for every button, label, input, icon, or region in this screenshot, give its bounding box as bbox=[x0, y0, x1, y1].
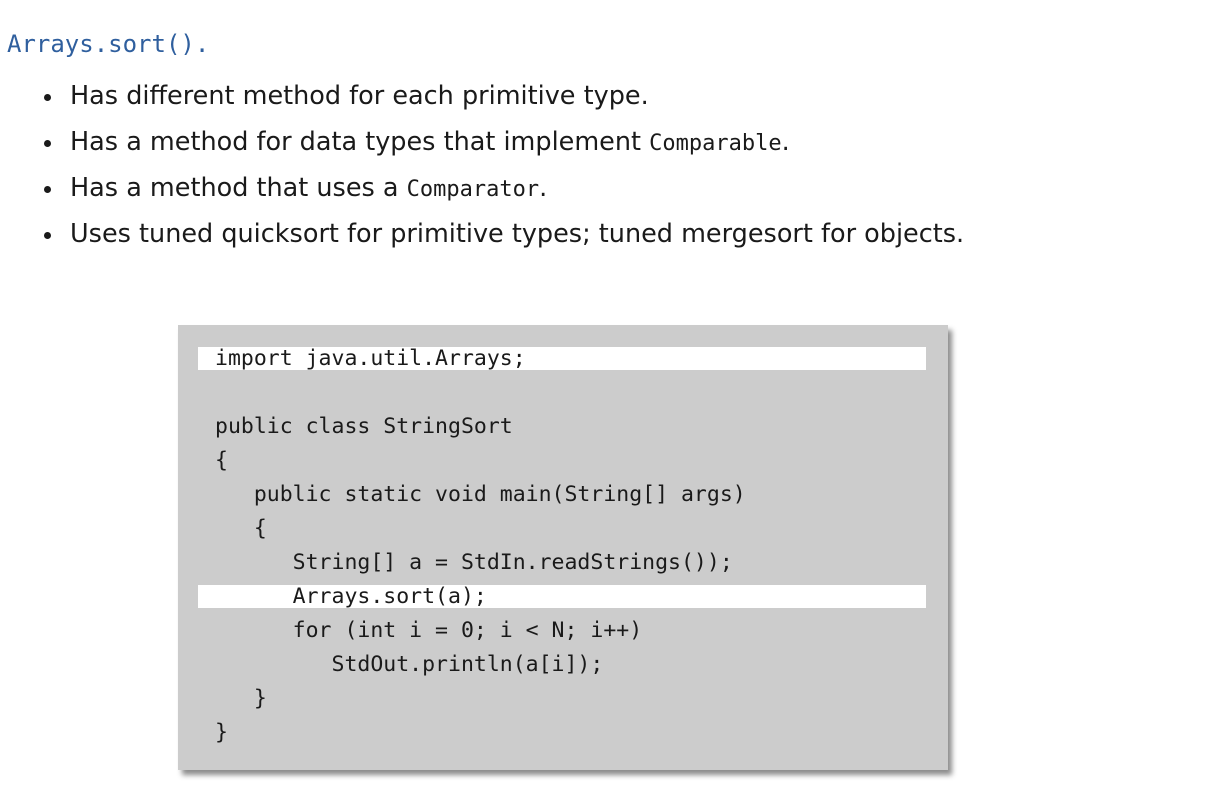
code-line-highlighted: import java.util.Arrays; bbox=[178, 347, 948, 381]
code-listing-panel: import java.util.Arrays; public class Str… bbox=[178, 325, 948, 770]
code-line-text: { bbox=[215, 448, 228, 473]
bullet-item: Uses tuned quicksort for primitive types… bbox=[44, 218, 964, 250]
bullet-text: . bbox=[539, 173, 548, 203]
code-line: } bbox=[178, 687, 948, 721]
code-line: StdOut.println(a[i]); bbox=[178, 653, 948, 687]
bullet-item: Has a method that uses a Comparator. bbox=[44, 172, 964, 204]
bullet-text: Has different method for each primitive … bbox=[70, 81, 649, 111]
code-line-text: StdOut.println(a[i]); bbox=[215, 652, 604, 677]
code-line-text: String[] a = StdIn.readStrings()); bbox=[215, 550, 733, 575]
code-line: { bbox=[178, 517, 948, 551]
code-line: public static void main(String[] args) bbox=[178, 483, 948, 517]
bullet-dot-icon bbox=[44, 140, 51, 147]
bullet-list: Has different method for each primitive … bbox=[44, 80, 964, 264]
code-line: } bbox=[178, 721, 948, 755]
code-line-text: public static void main(String[] args) bbox=[215, 482, 746, 507]
code-line: for (int i = 0; i < N; i++) bbox=[178, 619, 948, 653]
code-line-text: import java.util.Arrays; bbox=[215, 346, 526, 371]
code-line-text: { bbox=[215, 516, 267, 541]
bullet-text: Uses tuned quicksort for primitive types… bbox=[70, 219, 965, 249]
code-line: { bbox=[178, 449, 948, 483]
code-line-highlighted: Arrays.sort(a); bbox=[178, 585, 948, 619]
code-line-text: public class StringSort bbox=[215, 414, 513, 439]
bullet-text: . bbox=[781, 127, 790, 157]
bullet-code: Comparator bbox=[406, 177, 540, 202]
bullet-dot-icon bbox=[44, 232, 51, 239]
bullet-dot-icon bbox=[44, 94, 51, 101]
code-line: public class StringSort bbox=[178, 415, 948, 449]
bullet-text: Has a method for data types that impleme… bbox=[70, 127, 650, 157]
bullet-item: Has different method for each primitive … bbox=[44, 80, 964, 112]
bullet-code: Comparable bbox=[649, 131, 782, 156]
slide-heading: Arrays.sort(). bbox=[7, 30, 210, 58]
code-line: String[] a = StdIn.readStrings()); bbox=[178, 551, 948, 585]
code-line-text: for (int i = 0; i < N; i++) bbox=[215, 618, 643, 643]
bullet-dot-icon bbox=[44, 186, 51, 193]
code-line-text: Arrays.sort(a); bbox=[215, 584, 487, 609]
code-line-text: } bbox=[215, 686, 267, 711]
bullet-text: Has a method that uses a bbox=[70, 173, 407, 203]
code-line-text: } bbox=[215, 720, 228, 745]
bullet-item: Has a method for data types that impleme… bbox=[44, 126, 964, 158]
